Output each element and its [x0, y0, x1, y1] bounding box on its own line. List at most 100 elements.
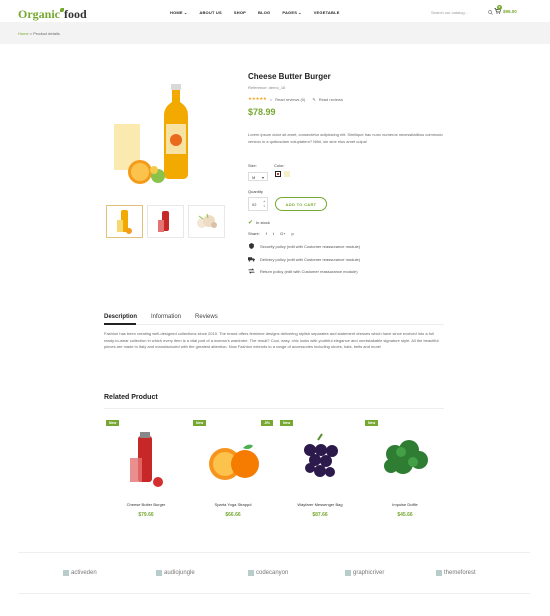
search-input[interactable]: Search our catalog... [431, 8, 493, 16]
new-badge: New [106, 420, 120, 426]
product-description: Lorem ipsum dolor sit amet, consectetur … [248, 132, 443, 144]
product-card-name[interactable]: Sparta Yoga Strappd [193, 502, 273, 507]
comment-icon: ○ [269, 96, 273, 102]
product-card-image [384, 440, 428, 474]
tab-description[interactable]: Description [104, 314, 137, 320]
pencil-icon: ✎ [312, 96, 316, 102]
brand-logo[interactable]: themeforest [436, 570, 476, 576]
product-card-name[interactable]: Wayfarer Messenger Bag [280, 502, 360, 507]
quantity-label: Quantity [248, 189, 263, 194]
discount-badge: -5% [260, 420, 273, 426]
thumbnail-image [158, 211, 169, 232]
product-thumbnail[interactable] [106, 205, 143, 238]
product-card-image [130, 432, 163, 487]
product-title: Cheese Butter Burger [248, 72, 331, 81]
breadcrumb-current: Product details [33, 31, 60, 36]
twitter-icon[interactable]: t [273, 231, 274, 236]
brand-name: audiojungle [164, 570, 195, 576]
brand-logo[interactable]: codecanyon [248, 570, 288, 576]
thumbnail-image [197, 213, 217, 228]
product-card-price: $66.66 [225, 512, 241, 518]
brand-logo[interactable]: activeden [63, 570, 97, 576]
brand-name: codecanyon [256, 570, 289, 576]
write-review-link[interactable]: Read reviews [319, 97, 343, 102]
breadcrumb: Home > Product details [0, 22, 550, 44]
brand-logos: activeden audiojungle codecanyon graphic… [18, 552, 530, 594]
share-row: Share: f t G+ p [248, 231, 294, 236]
quantity-value: 02 [252, 201, 257, 207]
add-to-cart-button[interactable]: ADD TO CART [275, 197, 327, 211]
product-tabs: Description Information Reviews [104, 314, 218, 320]
chevron-down-icon: ⌄ [183, 10, 188, 15]
product-thumbnail[interactable] [188, 205, 225, 238]
new-badge: New [280, 420, 294, 426]
new-badge: New [365, 420, 379, 426]
nav-shop[interactable]: SHOP [234, 10, 246, 15]
truck-icon [248, 257, 255, 262]
nav-home-label: HOME [170, 10, 183, 15]
facebook-icon[interactable]: f [266, 231, 267, 236]
product-card[interactable]: New -5% Sparta Yoga Strappd $66.66 [193, 420, 273, 525]
brand-logo[interactable]: audiojungle [156, 570, 195, 576]
logo-text-2: food [64, 7, 87, 21]
product-card-price: $79.66 [138, 512, 154, 518]
new-badge: New [193, 420, 207, 426]
product-thumbnail[interactable] [147, 205, 184, 238]
product-card-name[interactable]: Cheese Butter Burger [106, 502, 186, 507]
brand-name: graphicriver [353, 570, 385, 576]
tab-information[interactable]: Information [151, 314, 181, 320]
size-select[interactable]: M ▾ [248, 172, 268, 181]
site-logo[interactable]: Organic food [18, 7, 87, 22]
security-policy: Security policy (edit with Customer reas… [248, 243, 360, 249]
breadcrumb-home[interactable]: Home [18, 31, 29, 36]
product-card-price: $45.66 [397, 512, 413, 518]
cart-count-badge: 2 [497, 5, 502, 10]
stock-status: ✔ In stock [248, 219, 270, 226]
cart-button[interactable]: 2 $95.00 [494, 5, 517, 14]
product-card-name[interactable]: Impulse Duffle [365, 502, 445, 507]
stock-text: In stock [256, 220, 270, 225]
read-reviews-link[interactable]: Read reviews (0) [275, 97, 305, 102]
tab-reviews[interactable]: Reviews [195, 314, 218, 320]
quantity-stepper[interactable]: 02 ▴ ▾ [248, 197, 268, 211]
delivery-policy-text: Delivery policy (edit with Customer reas… [260, 256, 361, 262]
star-rating-icon: ★★★★★ [248, 96, 267, 101]
brand-icon [248, 570, 254, 576]
color-swatch-selected[interactable] [275, 171, 281, 177]
nav-vegetable[interactable]: VEGETABLE [314, 10, 340, 15]
exchange-icon [248, 268, 255, 274]
nav-pages[interactable]: PAGES⌄ [282, 10, 301, 15]
nav-about[interactable]: ABOUT US [199, 10, 222, 15]
share-label: Share: [248, 231, 260, 236]
nav-home[interactable]: HOME⌄ [170, 10, 187, 15]
brand-logo[interactable]: graphicriver [345, 570, 384, 576]
chevron-down-icon: ⌄ [298, 10, 302, 15]
pinterest-icon[interactable]: p [292, 231, 294, 236]
product-card-price: $87.66 [312, 512, 328, 518]
size-value: M [252, 175, 256, 180]
search-placeholder: Search our catalog... [431, 9, 468, 15]
size-label: Size: [248, 163, 257, 168]
search-icon[interactable] [488, 9, 493, 15]
related-products-title: Related Product [104, 394, 158, 401]
product-card[interactable]: New Cheese Butter Burger $79.66 [106, 420, 186, 525]
brand-icon [345, 570, 351, 576]
tab-description-content: Fashion has been creating well-designed … [104, 331, 439, 350]
google-plus-icon[interactable]: G+ [280, 231, 285, 236]
main-nav: HOME⌄ ABOUT US SHOP BLOG PAGES⌄ VEGETABL… [170, 10, 340, 15]
thumbnail-image [117, 210, 132, 234]
check-icon: ✔ [248, 220, 254, 226]
product-main-image[interactable] [110, 80, 220, 190]
product-rating: ★★★★★ ○ Read reviews (0) ✎ Read reviews [248, 96, 343, 102]
active-tab-indicator [104, 323, 136, 325]
chevron-down-icon: ▾ [261, 175, 264, 180]
brand-icon [436, 570, 442, 576]
nav-blog[interactable]: BLOG [258, 10, 270, 15]
product-price: $78.99 [248, 107, 276, 117]
product-card-image [304, 433, 338, 477]
product-card[interactable]: New Wayfarer Messenger Bag $87.66 [280, 420, 360, 525]
color-swatch[interactable] [284, 171, 290, 177]
product-card[interactable]: New Impulse Duffle $45.66 [365, 420, 445, 525]
brand-icon [63, 570, 69, 576]
stepper-arrows-icon[interactable]: ▴ ▾ [263, 199, 265, 209]
